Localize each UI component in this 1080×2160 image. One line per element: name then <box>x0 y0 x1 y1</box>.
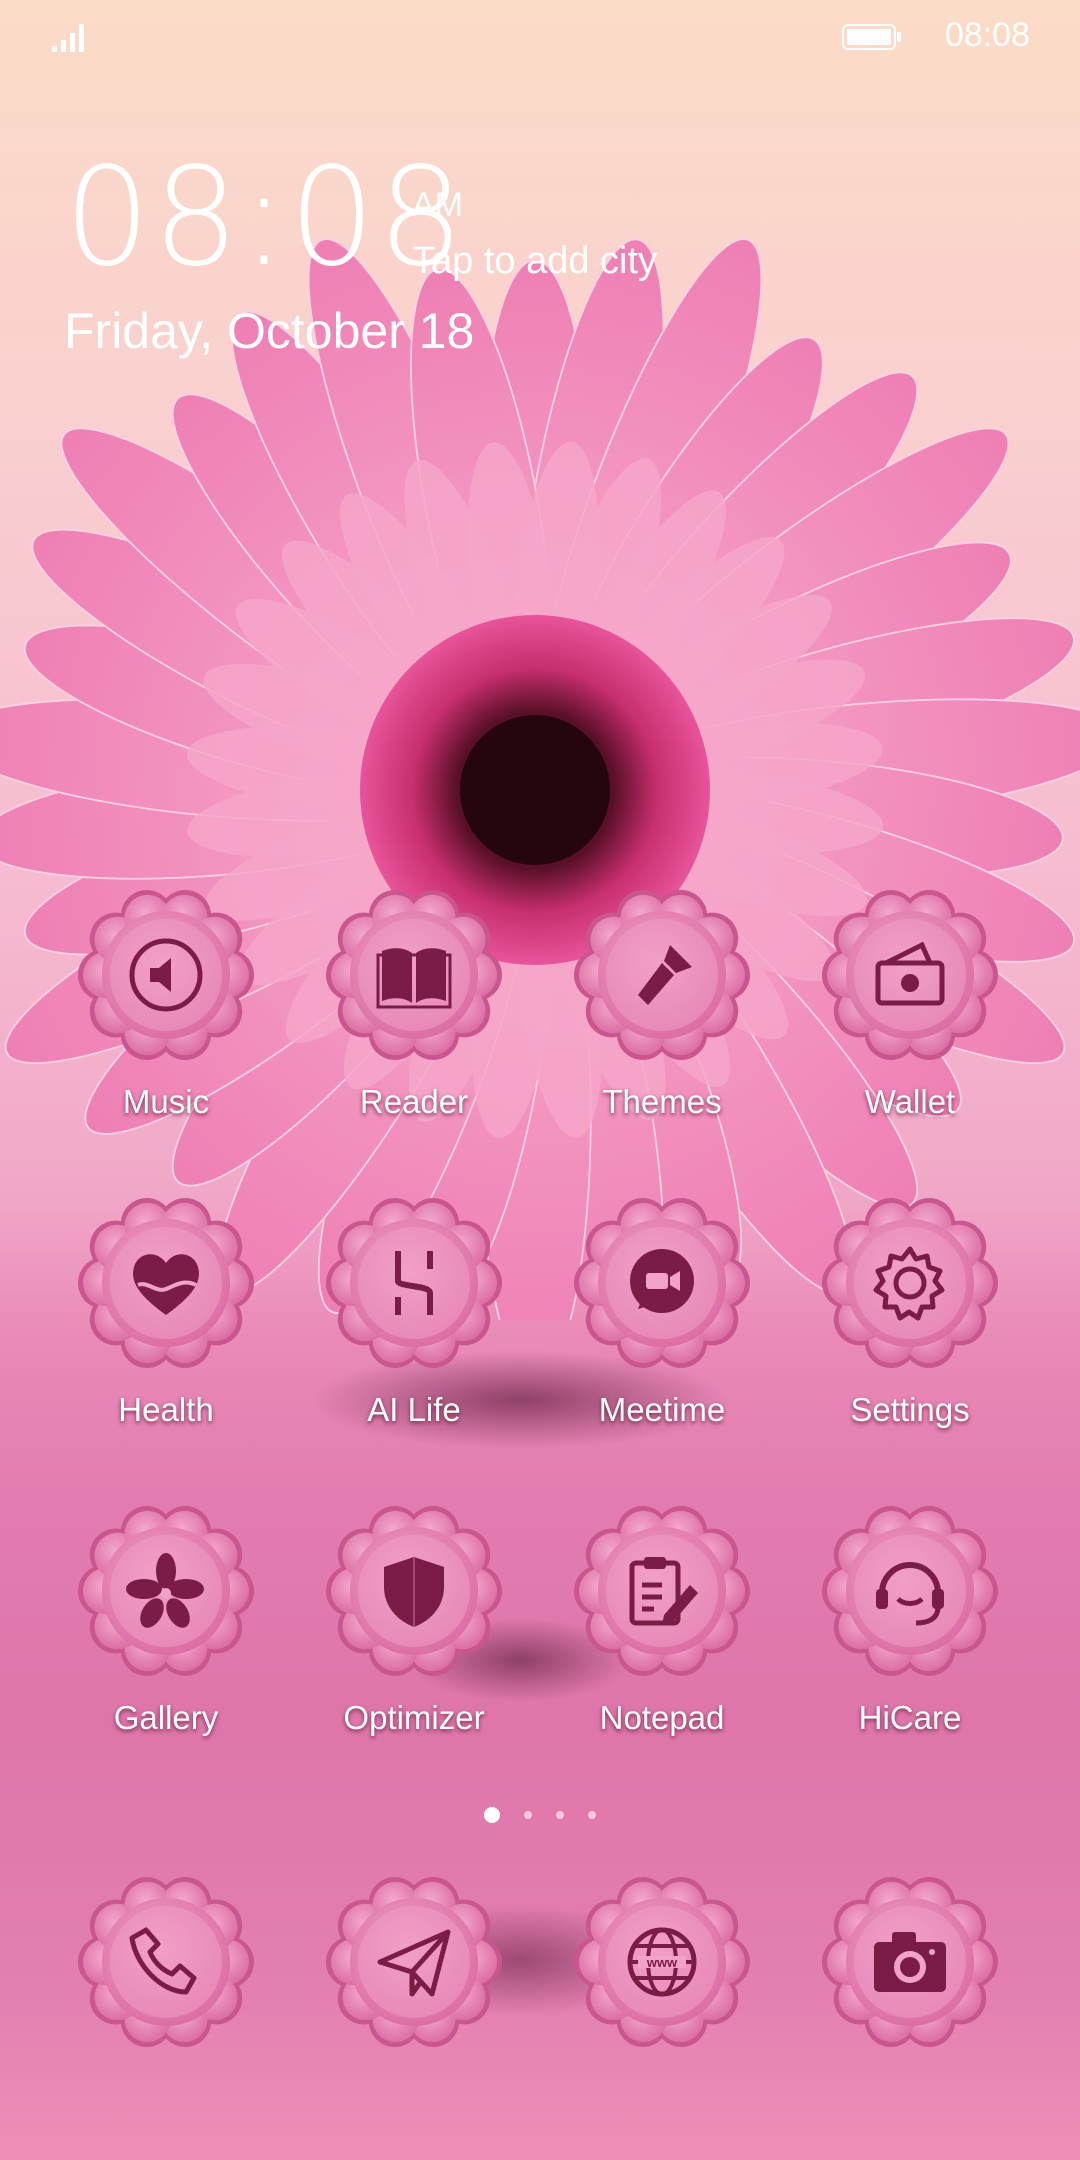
speaker-icon[interactable] <box>76 885 256 1065</box>
app-music[interactable]: Music <box>66 885 266 1121</box>
app-label: Health <box>118 1391 214 1428</box>
flower-icon-glyph <box>126 1553 204 1628</box>
app-themes[interactable]: Themes <box>562 885 762 1121</box>
shield-icon[interactable] <box>324 1501 504 1681</box>
flower-icon[interactable] <box>76 1501 256 1681</box>
brush-icon-glyph <box>638 945 692 1005</box>
headset-icon-glyph <box>876 1562 944 1626</box>
app-label: Reader <box>359 1083 469 1120</box>
app-reader[interactable]: Reader <box>314 885 514 1121</box>
dock-browser[interactable]: www <box>562 1872 762 2052</box>
app-label: Optimizer <box>343 1699 485 1736</box>
browser-icon-glyph: www <box>627 1927 697 1997</box>
notepad-icon[interactable] <box>572 1501 752 1681</box>
phone-icon-glyph <box>129 1927 197 1995</box>
app-wallet[interactable]: Wallet <box>810 885 1010 1121</box>
app-label: AI Life <box>367 1391 461 1428</box>
camera-icon-glyph <box>874 1932 946 1992</box>
app-label: HiCare <box>858 1699 962 1736</box>
book-icon-glyph <box>376 948 452 1009</box>
browser-icon[interactable]: www <box>572 1872 752 2052</box>
app-ai-life[interactable]: AI Life <box>314 1193 514 1429</box>
page-dot-2[interactable] <box>524 1810 532 1819</box>
app-label: Notepad <box>599 1699 725 1736</box>
clock-ampm: AM <box>412 186 463 224</box>
app-label: Gallery <box>113 1699 219 1736</box>
app-settings[interactable]: Settings <box>810 1193 1010 1429</box>
add-city-link[interactable]: Tap to add city <box>412 240 657 283</box>
shield-icon-glyph <box>384 1557 444 1627</box>
signal-icon <box>52 24 84 52</box>
send-icon-glyph <box>377 1929 451 1997</box>
camera-icon[interactable] <box>820 1872 1000 2052</box>
ai-life-icon[interactable] <box>324 1193 504 1373</box>
status-bar: 08:08 <box>0 0 1080 72</box>
app-notepad[interactable]: Notepad <box>562 1501 762 1737</box>
app-gallery[interactable]: Gallery <box>66 1501 266 1737</box>
gear-icon-glyph <box>873 1246 945 1321</box>
clock-date[interactable]: Friday, October 18 <box>64 302 474 360</box>
send-icon[interactable] <box>324 1872 504 2052</box>
page-dot-4[interactable] <box>588 1810 596 1819</box>
video-chat-icon[interactable] <box>572 1193 752 1373</box>
wallet-icon[interactable] <box>820 885 1000 1065</box>
app-label: Themes <box>602 1083 722 1120</box>
dock-send[interactable] <box>314 1872 514 2052</box>
video-chat-icon-glyph <box>630 1249 694 1313</box>
heart-icon-glyph <box>133 1254 199 1315</box>
gear-icon[interactable] <box>820 1193 1000 1373</box>
wallet-icon-glyph <box>875 941 945 1006</box>
dock-phone[interactable] <box>66 1872 266 2052</box>
notepad-icon-glyph <box>629 1557 698 1626</box>
page-dot-3[interactable] <box>556 1810 564 1819</box>
ai-life-icon-glyph <box>395 1251 433 1315</box>
app-health[interactable]: Health <box>66 1193 266 1429</box>
page-indicator[interactable] <box>0 1806 1080 1824</box>
clock-time[interactable]: 08:08 <box>64 150 466 286</box>
app-label: Wallet <box>864 1083 956 1120</box>
svg-text:www: www <box>646 1955 678 1970</box>
page-dot-1[interactable] <box>484 1806 500 1823</box>
dock-camera[interactable] <box>810 1872 1010 2052</box>
phone-icon[interactable] <box>76 1872 256 2052</box>
app-label: Meetime <box>598 1391 726 1428</box>
brush-icon[interactable] <box>572 885 752 1065</box>
app-label: Music <box>122 1083 210 1120</box>
app-meetime[interactable]: Meetime <box>562 1193 762 1429</box>
app-hicare[interactable]: HiCare <box>810 1501 1010 1737</box>
book-icon[interactable] <box>324 885 504 1065</box>
status-time: 08:08 <box>944 16 1030 54</box>
app-label: Settings <box>850 1391 970 1428</box>
speaker-icon-glyph <box>129 938 203 1012</box>
heart-icon[interactable] <box>76 1193 256 1373</box>
app-optimizer[interactable]: Optimizer <box>314 1501 514 1737</box>
battery-icon <box>842 24 901 50</box>
headset-icon[interactable] <box>820 1501 1000 1681</box>
